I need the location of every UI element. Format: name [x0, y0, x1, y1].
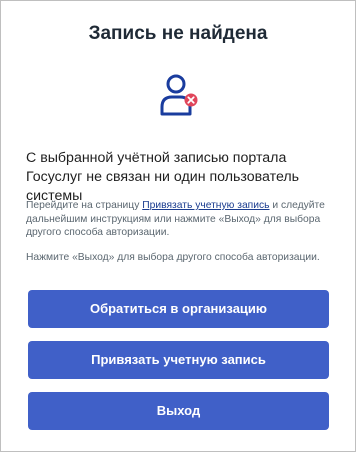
not-found-dialog: Запись не найдена С выбранной учётной за…: [0, 0, 356, 452]
link-account-link[interactable]: Привязать учетную запись: [142, 200, 269, 211]
dialog-title: Запись не найдена: [88, 23, 268, 44]
link-account-button[interactable]: Привязать учетную запись: [28, 341, 329, 379]
contact-organization-button[interactable]: Обратиться в организацию: [28, 290, 329, 328]
instructions-text: Перейдите на страницу Привязать учетную …: [26, 199, 336, 240]
exit-note: Нажмите «Выход» для выбора другого спосо…: [26, 252, 320, 263]
exit-button[interactable]: Выход: [28, 392, 329, 430]
headline-message: С выбранной учётной записью портала Госу…: [26, 150, 300, 204]
instructions-before-link: Перейдите на страницу: [26, 200, 143, 211]
user-not-found-icon: [160, 74, 198, 116]
